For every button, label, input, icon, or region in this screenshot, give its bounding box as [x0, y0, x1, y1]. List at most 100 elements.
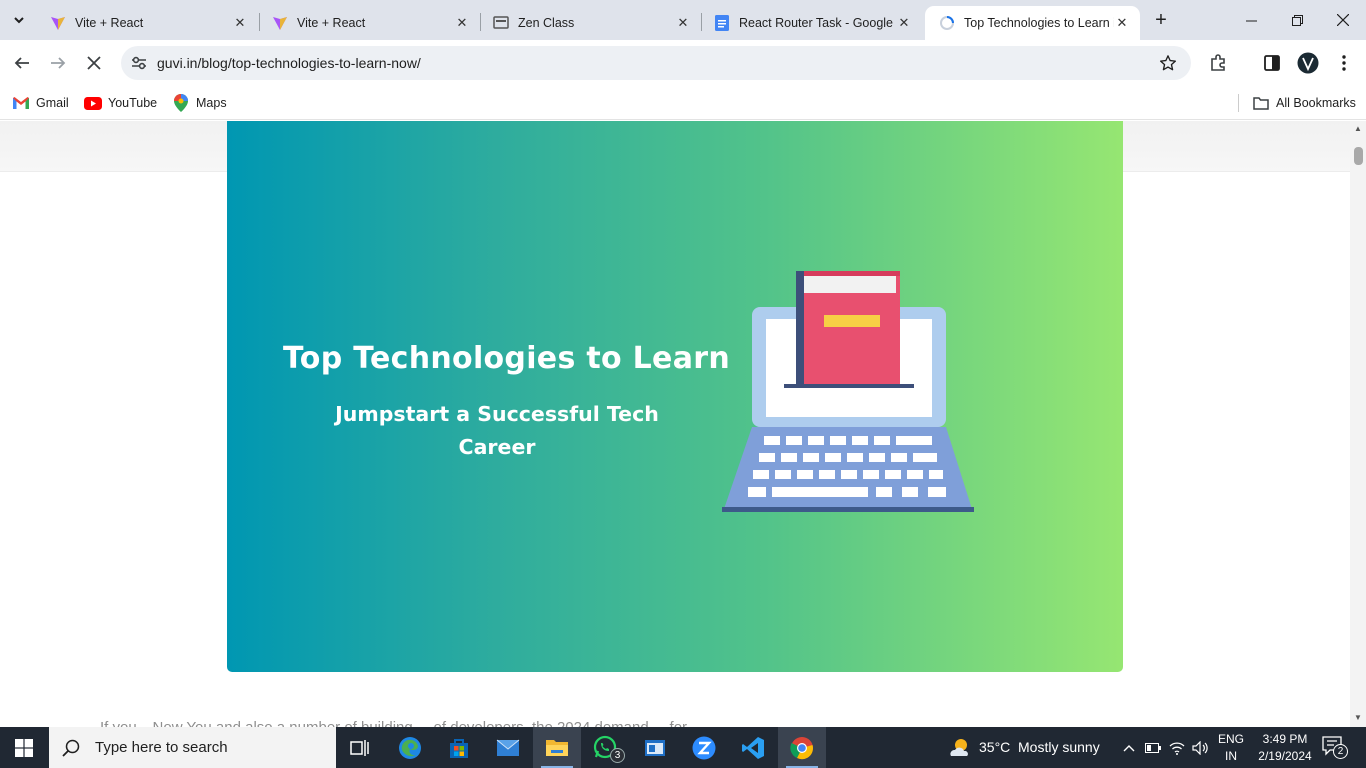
task-view-button[interactable] [336, 727, 384, 768]
scrollbar-thumb[interactable] [1354, 147, 1363, 165]
bookmark-maps[interactable]: Maps [172, 92, 227, 114]
maps-icon [172, 94, 190, 112]
side-panel-icon [1264, 55, 1280, 71]
address-bar[interactable]: guvi.in/blog/top-technologies-to-learn-n… [121, 46, 1191, 80]
gmail-icon [12, 95, 30, 111]
browser-toolbar: guvi.in/blog/top-technologies-to-learn-n… [0, 40, 1366, 86]
article-text: If you Now You and also a number of buil… [100, 719, 687, 727]
bookmark-youtube[interactable]: YouTube [84, 92, 157, 114]
new-tab-button[interactable]: + [1149, 8, 1173, 32]
zen-class-icon [493, 15, 509, 31]
language-indicator[interactable]: ENG IN [1216, 731, 1246, 765]
taskbar-vscode[interactable] [729, 727, 777, 768]
page-scrollbar[interactable]: ▲ ▼ [1350, 121, 1366, 727]
avatar [1297, 52, 1319, 74]
weather-condition[interactable]: Mostly sunny [1018, 739, 1100, 755]
chevron-down-icon [14, 17, 24, 24]
url-text[interactable]: guvi.in/blog/top-technologies-to-learn-n… [157, 55, 421, 71]
arrow-left-icon [14, 57, 29, 69]
forward-button[interactable] [44, 49, 72, 77]
wifi-icon[interactable] [1168, 739, 1186, 757]
tab-top-technologies[interactable]: Top Technologies to Learn in ✕ [925, 6, 1140, 40]
tab-title: Zen Class [518, 16, 575, 30]
tab-vite-react-2[interactable]: Vite + React ✕ [258, 6, 480, 40]
hero-subtitle: Jumpstart a Successful Tech Career [335, 402, 659, 459]
folder-icon [1252, 95, 1270, 111]
minimize-icon [1245, 20, 1257, 21]
taskbar-whatsapp[interactable]: 3 [582, 727, 630, 768]
clock-date: 2/19/2024 [1258, 749, 1312, 763]
taskbar-zoom[interactable] [680, 727, 728, 768]
whatsapp-badge: 3 [610, 748, 625, 763]
volume-icon[interactable] [1191, 739, 1209, 757]
file-explorer-icon [546, 739, 568, 756]
taskbar-chrome[interactable] [778, 727, 826, 768]
close-window-button[interactable] [1320, 0, 1366, 40]
notification-count-badge: 2 [1333, 744, 1348, 759]
side-panel-button[interactable] [1258, 49, 1286, 77]
store-icon [450, 738, 468, 758]
bookmark-label: Maps [196, 96, 227, 110]
start-button[interactable] [0, 727, 48, 768]
mail-icon [496, 739, 520, 756]
all-bookmarks-button[interactable]: All Bookmarks [1252, 92, 1356, 114]
bookmarks-bar: Gmail YouTube Maps All Bookmarks [0, 86, 1366, 120]
stop-loading-button[interactable] [80, 49, 108, 77]
tab-react-router-task[interactable]: React Router Task - Google Do ✕ [700, 6, 922, 40]
youtube-icon [84, 95, 102, 111]
bookmarks-divider [1238, 94, 1239, 112]
chevron-up-icon[interactable] [1120, 739, 1138, 757]
vscode-icon [742, 736, 764, 759]
taskbar-window-app[interactable] [631, 727, 679, 768]
all-bookmarks-label: All Bookmarks [1276, 96, 1356, 110]
weather-icon[interactable] [947, 736, 971, 760]
laptop-book-illustration [722, 271, 974, 512]
battery-icon[interactable] [1144, 739, 1162, 757]
edge-icon [399, 736, 421, 759]
more-vertical-icon [1342, 55, 1346, 71]
arrow-right-icon [51, 57, 66, 69]
zoom-icon [692, 736, 716, 759]
bookmark-star-icon[interactable] [1157, 52, 1179, 74]
site-info-icon[interactable] [128, 52, 150, 74]
close-icon [87, 56, 101, 70]
taskbar-search-box[interactable]: Type here to search [49, 727, 336, 768]
taskbar-mail[interactable] [484, 727, 532, 768]
scroll-up-arrow[interactable]: ▲ [1353, 124, 1363, 133]
close-tab-icon[interactable]: ✕ [454, 15, 470, 31]
tab-zen-class[interactable]: Zen Class ✕ [479, 6, 701, 40]
close-tab-icon[interactable]: ✕ [232, 15, 248, 31]
menu-button[interactable] [1330, 49, 1358, 77]
windows-taskbar: Type here to search 3 35°C Mostly sunny [0, 727, 1366, 768]
restore-icon [1291, 14, 1303, 26]
loading-spinner-icon [939, 15, 955, 31]
tab-title: Vite + React [75, 16, 144, 30]
bookmark-gmail[interactable]: Gmail [12, 92, 69, 114]
region-code: IN [1225, 749, 1237, 763]
taskbar-file-explorer[interactable] [533, 727, 581, 768]
extensions-button[interactable] [1204, 49, 1232, 77]
language-code: ENG [1217, 732, 1244, 746]
weather-temp[interactable]: 35°C [979, 739, 1010, 755]
close-tab-icon[interactable]: ✕ [896, 15, 912, 31]
back-button[interactable] [8, 49, 36, 77]
window-app-icon [645, 739, 665, 756]
restore-button[interactable] [1274, 0, 1320, 40]
close-icon [1337, 14, 1349, 26]
hero-banner: Top Technologies to Learn Jumpstart a Su… [227, 121, 1123, 672]
scroll-down-arrow[interactable]: ▼ [1353, 713, 1363, 722]
minimize-button[interactable] [1228, 0, 1274, 40]
tab-title: Top Technologies to Learn in [964, 16, 1114, 30]
notification-center-button[interactable]: 2 [1322, 736, 1350, 760]
taskbar-edge[interactable] [386, 727, 434, 768]
system-clock[interactable]: 3:49 PM 2/19/2024 [1255, 731, 1315, 765]
close-tab-icon[interactable]: ✕ [675, 15, 691, 31]
close-tab-icon[interactable]: ✕ [1114, 15, 1130, 31]
google-docs-icon [714, 15, 730, 31]
profile-button[interactable] [1294, 49, 1322, 77]
tab-strip: Vite + React ✕ Vite + React ✕ Zen Class … [0, 0, 1366, 40]
taskbar-store[interactable] [435, 727, 483, 768]
tab-vite-react-1[interactable]: Vite + React ✕ [36, 6, 258, 40]
bookmark-label: Gmail [36, 96, 69, 110]
tab-search-button[interactable] [6, 7, 32, 33]
